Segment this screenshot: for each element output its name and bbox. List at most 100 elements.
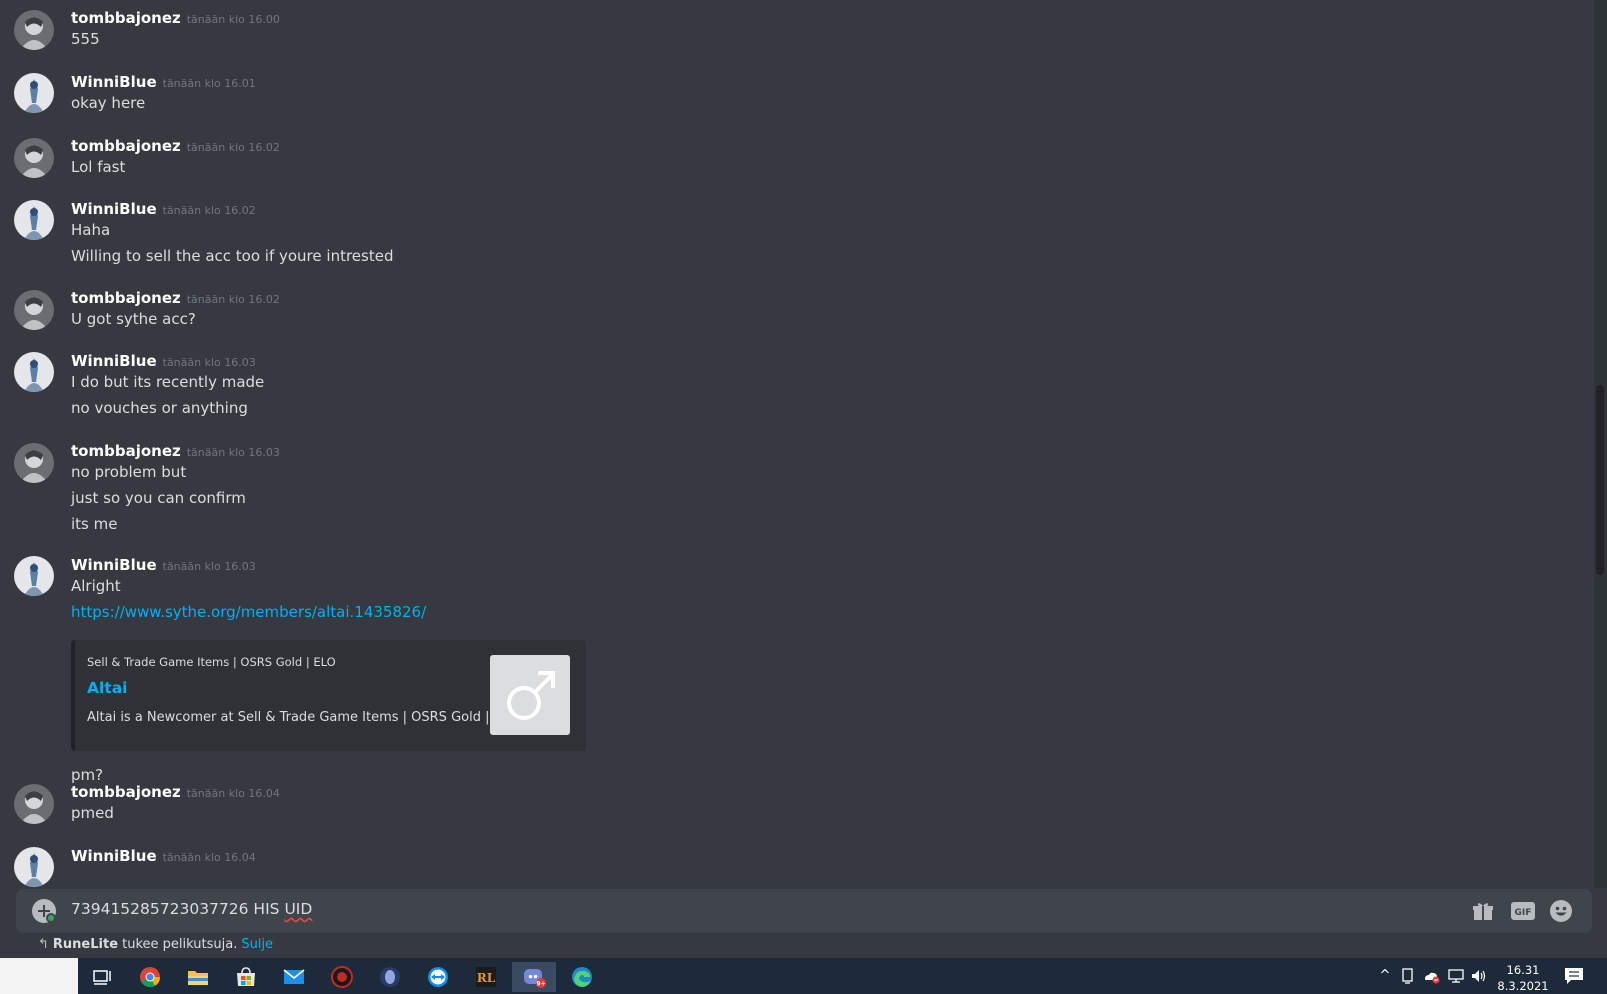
message-text: its me	[71, 515, 118, 533]
message-composer[interactable]: 739415285723037726 HIS UID GIF	[16, 889, 1592, 933]
windows-taskbar: RL 9+ ^ 16.31 8.3.2021	[0, 958, 1607, 994]
message-text: Haha	[71, 221, 111, 239]
avatar[interactable]	[14, 847, 54, 887]
avatar[interactable]	[14, 556, 54, 596]
taskbar-search-box[interactable]	[0, 958, 78, 994]
attach-plus-icon[interactable]	[32, 899, 56, 923]
message-group: WinniBlue tänään klo 16.01 okay here	[0, 72, 1590, 122]
mail-icon[interactable]	[272, 962, 316, 992]
action-center-icon[interactable]	[1563, 966, 1585, 986]
message-text: just so you can confirm	[71, 489, 246, 507]
avatar[interactable]	[14, 290, 54, 330]
taskbar-clock[interactable]: 16.31 8.3.2021	[1493, 962, 1553, 994]
timestamp: tänään klo 16.03	[186, 446, 280, 459]
message-header: WinniBlue tänään klo 16.03	[71, 351, 256, 370]
message-input[interactable]: 739415285723037726 HIS UID	[71, 900, 312, 918]
game-invite-notice: ↰ RuneLite tukee pelikutsuja. Sulje	[38, 937, 273, 952]
emoji-icon[interactable]	[1549, 899, 1575, 923]
message-group: tombbajonez tänään klo 16.02 U got sythe …	[0, 288, 1590, 338]
discord-window: tombbajonez tänään klo 16.00 555 WinniBlu…	[0, 0, 1607, 994]
username[interactable]: tombbajonez	[71, 137, 181, 155]
file-explorer-icon[interactable]	[176, 962, 220, 992]
male-symbol-icon	[507, 671, 555, 720]
clock-time: 16.31	[1506, 963, 1540, 977]
link-embed: Sell & Trade Game Items | OSRS Gold | EL…	[71, 640, 586, 751]
avatar[interactable]	[14, 200, 54, 240]
message-header: tombbajonez tänään klo 16.04	[71, 782, 280, 801]
svg-text:RL: RL	[477, 971, 496, 985]
message-header: tombbajonez tänään klo 16.02	[71, 288, 280, 307]
timestamp: tänään klo 16.01	[162, 77, 256, 90]
username[interactable]: WinniBlue	[71, 200, 157, 218]
message-group: tombbajonez tänään klo 16.02 Lol fast	[0, 136, 1590, 186]
username[interactable]: WinniBlue	[71, 847, 157, 865]
username[interactable]: WinniBlue	[71, 556, 157, 574]
message-text: no vouches or anything	[71, 399, 248, 417]
message-text: Willing to sell the acc too if youre int…	[71, 247, 394, 265]
username[interactable]: tombbajonez	[71, 289, 181, 307]
timestamp: tänään klo 16.02	[162, 204, 256, 217]
message-group: WinniBlue tänään klo 16.02 Haha Willing t…	[0, 199, 1590, 274]
embed-thumbnail[interactable]	[490, 655, 570, 735]
corner-arrow-icon: ↰	[38, 937, 49, 952]
avatar[interactable]	[14, 443, 54, 483]
embed-title[interactable]: Altai	[87, 679, 128, 697]
store-icon[interactable]	[224, 962, 268, 992]
username[interactable]: tombbajonez	[71, 9, 181, 27]
message-list: tombbajonez tänään klo 16.00 555 WinniBlu…	[0, 0, 1592, 888]
clock-date: 8.3.2021	[1497, 979, 1549, 993]
discord-icon[interactable]: 9+	[512, 962, 556, 992]
message-text: no problem but	[71, 463, 187, 481]
tray-expand-chevron-icon[interactable]: ^	[1376, 967, 1394, 985]
runelite-icon[interactable]: RL	[464, 962, 508, 992]
username[interactable]: tombbajonez	[71, 783, 181, 801]
misspelled-word[interactable]: UID	[284, 900, 312, 918]
embed-provider[interactable]: Sell & Trade Game Items | OSRS Gold | EL…	[87, 655, 336, 669]
teamviewer-icon[interactable]	[416, 962, 460, 992]
app-blue-icon[interactable]	[368, 962, 412, 992]
message-text: Lol fast	[71, 158, 126, 176]
message-input-text: 739415285723037726 HIS	[71, 900, 285, 918]
message-group: tombbajonez tänään klo 16.04 pmed	[0, 782, 1590, 832]
gift-icon[interactable]	[1471, 899, 1497, 923]
embed-description: Altai is a Newcomer at Sell & Trade Game…	[87, 710, 519, 725]
timestamp: tänään klo 16.04	[186, 787, 280, 800]
username[interactable]: WinniBlue	[71, 352, 157, 370]
gif-button[interactable]: GIF	[1510, 899, 1536, 923]
notice-close-link[interactable]: Sulje	[241, 937, 273, 952]
message-header: tombbajonez tänään klo 16.02	[71, 136, 280, 155]
scrollbar-thumb[interactable]	[1596, 385, 1604, 575]
chrome-icon[interactable]	[128, 962, 172, 992]
tray-device-icon[interactable]	[1399, 967, 1417, 985]
notice-app-name: RuneLite	[52, 937, 119, 952]
message-header: WinniBlue tänään klo 16.04	[71, 846, 256, 865]
message-group: tombbajonez tänään klo 16.03 no problem b…	[0, 441, 1590, 541]
message-header: WinniBlue tänään klo 16.03	[71, 555, 256, 574]
avatar[interactable]	[14, 352, 54, 392]
message-group: tombbajonez tänään klo 16.00 555	[0, 8, 1590, 58]
avatar[interactable]	[14, 138, 54, 178]
network-icon[interactable]	[1447, 967, 1465, 985]
message-group: WinniBlue tänään klo 16.03 I do but its r…	[0, 351, 1590, 426]
gif-label: GIF	[1515, 908, 1532, 918]
message-header: tombbajonez tänään klo 16.03	[71, 441, 280, 460]
avatar[interactable]	[14, 784, 54, 824]
app-red-icon[interactable]	[320, 962, 364, 992]
timestamp: tänään klo 16.03	[162, 356, 256, 369]
task-view-icon[interactable]	[80, 962, 124, 992]
timestamp: tänään klo 16.00	[186, 13, 280, 26]
edge-icon[interactable]	[560, 962, 604, 992]
username[interactable]: tombbajonez	[71, 442, 181, 460]
avatar[interactable]	[14, 10, 54, 50]
timestamp: tänään klo 16.02	[186, 141, 280, 154]
message-text: Alright	[71, 577, 121, 595]
onedrive-error-icon[interactable]	[1422, 967, 1440, 985]
message-group: WinniBlue tänään klo 16.04	[0, 846, 1590, 888]
discord-badge: 9+	[536, 981, 545, 988]
message-text: okay here	[71, 94, 146, 112]
timestamp: tänään klo 16.03	[162, 560, 256, 573]
username[interactable]: WinniBlue	[71, 73, 157, 91]
volume-icon[interactable]	[1470, 967, 1488, 985]
message-link[interactable]: https://www.sythe.org/members/altai.1435…	[71, 603, 426, 621]
avatar[interactable]	[14, 73, 54, 113]
